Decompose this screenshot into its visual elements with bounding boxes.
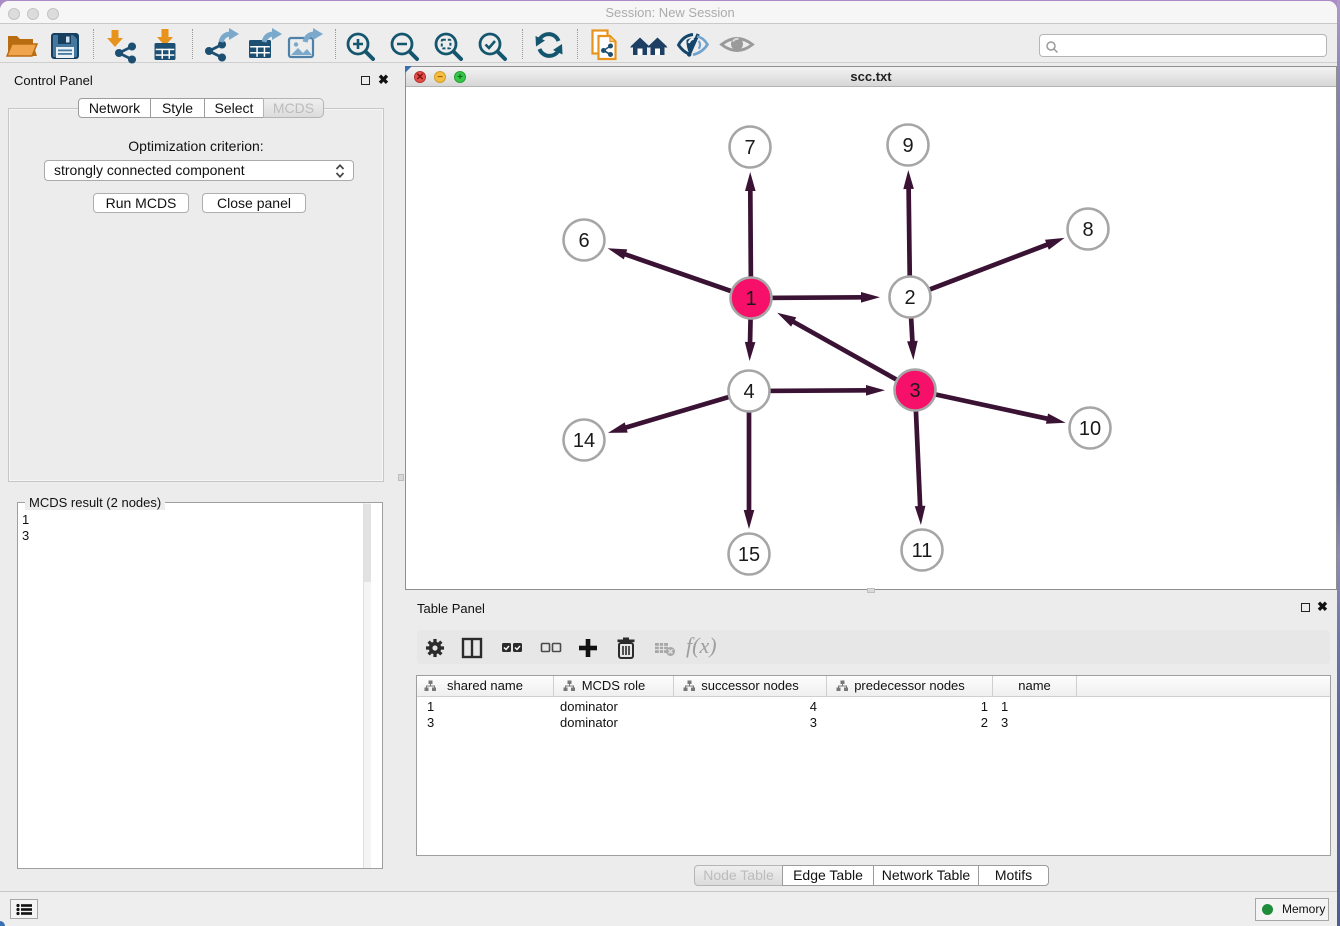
svg-text:8: 8 (1082, 219, 1093, 241)
svg-text:2: 2 (904, 287, 915, 309)
svg-text:1: 1 (745, 288, 756, 310)
svg-text:10: 10 (1079, 418, 1101, 440)
svg-text:14: 14 (573, 430, 595, 452)
svg-text:15: 15 (738, 544, 760, 566)
svg-text:4: 4 (743, 381, 754, 403)
svg-text:6: 6 (578, 230, 589, 252)
svg-text:9: 9 (902, 135, 913, 157)
svg-text:7: 7 (744, 137, 755, 159)
svg-text:3: 3 (909, 380, 920, 402)
svg-text:11: 11 (912, 540, 933, 562)
